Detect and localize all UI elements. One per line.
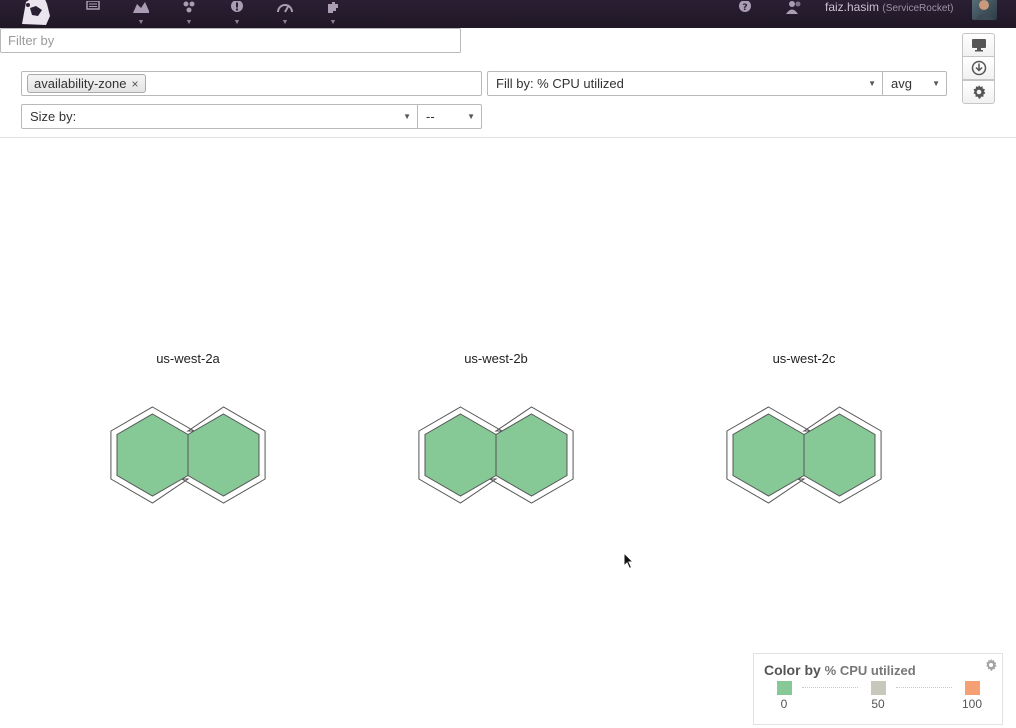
fill-by-select[interactable]: Fill by: % CPU utilized ▼ (487, 71, 883, 96)
legend-metric: % CPU utilized (824, 663, 916, 678)
size-aggregation-label: -- (426, 109, 435, 124)
zone-label: us-west-2c (772, 351, 836, 366)
graph-menu-caret-icon: ▼ (137, 19, 145, 26)
size-aggregation-select[interactable]: -- ▼ (417, 104, 482, 129)
graph-icon[interactable]: ▼ (126, 0, 156, 28)
legend-label-high: 100 (961, 697, 983, 711)
legend-swatch-low (777, 681, 792, 695)
chevron-down-icon: ▼ (932, 79, 940, 88)
legend-title-label: Color by (764, 662, 821, 678)
fill-aggregation-select[interactable]: avg ▼ (882, 71, 947, 96)
legend-label-mid: 50 (871, 697, 885, 711)
group-tag-label: availability-zone (34, 76, 127, 91)
download-button[interactable] (962, 56, 995, 80)
zone-label: us-west-2a (156, 351, 220, 366)
mouse-cursor-icon (623, 552, 635, 570)
settings-button[interactable] (962, 80, 995, 104)
infrastructure-icon[interactable]: ▼ (174, 0, 204, 28)
chevron-down-icon: ▼ (467, 112, 475, 121)
tv-mode-button[interactable] (962, 33, 995, 57)
infrastructure-menu-caret-icon: ▼ (185, 19, 193, 26)
gear-icon (973, 85, 985, 99)
user-org: (ServiceRocket) (882, 3, 954, 14)
datadog-logo[interactable] (16, 0, 54, 28)
group-tag: availability-zone × (27, 74, 146, 93)
metrics-menu-caret-icon: ▼ (281, 19, 289, 26)
legend-settings-icon[interactable] (984, 658, 998, 677)
size-by-label: Size by: (30, 109, 77, 124)
hexmap-us-west-2c (726, 406, 882, 504)
integrations-menu-caret-icon: ▼ (329, 19, 337, 26)
avatar[interactable] (972, 0, 997, 20)
download-icon (971, 60, 986, 76)
chevron-down-icon: ▼ (868, 79, 876, 88)
monitor-icon (971, 39, 986, 52)
monitors-icon[interactable]: ▼ (222, 0, 252, 28)
hexmap-us-west-2b (418, 406, 574, 504)
integrations-icon[interactable]: ▼ (318, 0, 348, 28)
legend-label-low: 0 (780, 697, 788, 711)
legend-divider (896, 687, 952, 688)
chevron-down-icon: ▼ (403, 112, 411, 121)
user-name: faiz.hasim (825, 0, 880, 14)
legend-divider (802, 687, 858, 688)
remove-tag-icon[interactable]: × (132, 77, 139, 91)
legend-swatch-mid (871, 681, 886, 695)
dashboard-icon[interactable] (78, 0, 108, 28)
team-icon[interactable] (779, 0, 809, 28)
legend-swatch-high (965, 681, 980, 695)
hexmap-us-west-2a (110, 406, 266, 504)
legend-title: Color by % CPU utilized (764, 662, 916, 678)
user-account-menu[interactable]: faiz.hasim (ServiceRocket) (825, 0, 954, 14)
fill-aggregation-label: avg (891, 76, 912, 91)
hostmap-controls: availability-zone × Fill by: % CPU utiliz… (0, 28, 1016, 138)
metrics-icon[interactable]: ▼ (270, 0, 300, 28)
top-nav-bar: ▼ ▼ ▼ ▼ ▼ ? faiz.hasim (ServiceRocket) (0, 0, 1016, 28)
color-legend: Color by % CPU utilized 0 50 100 (753, 653, 1003, 725)
help-icon[interactable]: ? (730, 0, 760, 28)
svg-text:?: ? (742, 3, 747, 13)
fill-by-label: Fill by: % CPU utilized (496, 76, 624, 91)
monitors-menu-caret-icon: ▼ (233, 19, 241, 26)
group-by-field[interactable]: availability-zone × (21, 71, 482, 96)
zone-label: us-west-2b (464, 351, 528, 366)
filter-input[interactable] (0, 28, 461, 53)
size-by-select[interactable]: Size by: ▼ (21, 104, 418, 129)
